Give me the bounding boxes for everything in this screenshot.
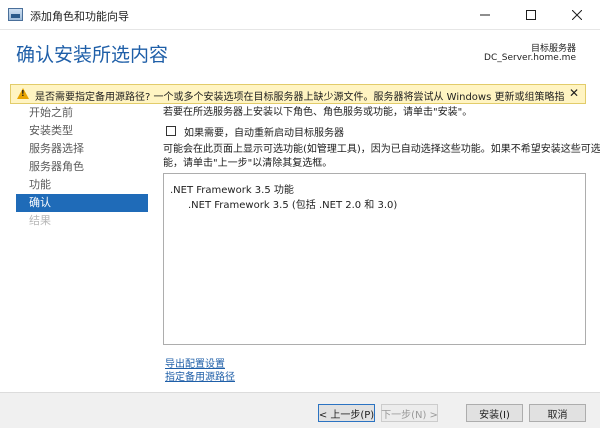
nav-item-before-you-begin[interactable]: 开始之前: [16, 104, 148, 122]
page-title: 确认安装所选内容: [16, 44, 169, 66]
nav-item-features[interactable]: 功能: [16, 176, 148, 194]
wizard-nav: 开始之前 安装类型 服务器选择 服务器角色 功能 确认 结果: [16, 104, 148, 230]
previous-button[interactable]: < 上一步(P): [318, 404, 375, 422]
destination-server-name: DC_Server.home.me: [484, 53, 576, 63]
nav-item-installation-type[interactable]: 安装类型: [16, 122, 148, 140]
warning-text[interactable]: 是否需要指定备用源路径? 一个或多个安装选项在目标服务器上缺少源文件。服务器将尝…: [35, 88, 565, 103]
minimize-icon: [480, 14, 490, 16]
title-bar: 添加角色和功能向导: [0, 0, 600, 30]
maximize-button[interactable]: [508, 0, 554, 30]
window-title: 添加角色和功能向导: [30, 10, 129, 23]
selected-features-list[interactable]: .NET Framework 3.5 功能 .NET Framework 3.5…: [163, 173, 586, 345]
restart-checkbox-label[interactable]: 如果需要，自动重新启动目标服务器: [184, 124, 344, 139]
warning-icon: [17, 88, 29, 99]
server-manager-icon: [8, 8, 23, 21]
cancel-button[interactable]: 取消: [529, 404, 586, 422]
confirmation-intro-text: 若要在所选服务器上安装以下角色、角色服务或功能，请单击"安装"。: [163, 107, 473, 118]
restart-checkbox[interactable]: [166, 126, 176, 136]
nav-item-confirmation[interactable]: 确认: [16, 194, 148, 212]
next-button: 下一步(N) >: [381, 404, 438, 422]
note-line-2: 能，请单击"上一步"以清除其复选框。: [163, 158, 333, 169]
install-button[interactable]: 安装(I): [466, 404, 523, 422]
warning-bar[interactable]: 是否需要指定备用源路径? 一个或多个安装选项在目标服务器上缺少源文件。服务器将尝…: [10, 84, 586, 104]
optional-features-note: 可能会在此页面上显示可选功能(如管理工具)，因为已自动选择这些功能。如果不希望安…: [163, 143, 600, 171]
nav-item-server-roles[interactable]: 服务器角色: [16, 158, 148, 176]
maximize-icon: [526, 10, 536, 20]
warning-close-icon[interactable]: ✕: [569, 86, 579, 100]
minimize-button[interactable]: [462, 0, 508, 30]
feature-item-child: .NET Framework 3.5 (包括 .NET 2.0 和 3.0): [188, 200, 398, 211]
close-button[interactable]: [554, 0, 600, 30]
nav-item-results: 结果: [29, 214, 51, 227]
specify-alternate-source-link[interactable]: 指定备用源路径: [165, 368, 235, 383]
nav-item-server-selection[interactable]: 服务器选择: [16, 140, 148, 158]
wizard-footer: < 上一步(P) 下一步(N) > 安装(I) 取消: [0, 392, 600, 428]
feature-item-parent: .NET Framework 3.5 功能: [170, 185, 294, 196]
note-line-1: 可能会在此页面上显示可选功能(如管理工具)，因为已自动选择这些功能。如果不希望安…: [163, 144, 600, 155]
close-icon: [572, 10, 582, 20]
